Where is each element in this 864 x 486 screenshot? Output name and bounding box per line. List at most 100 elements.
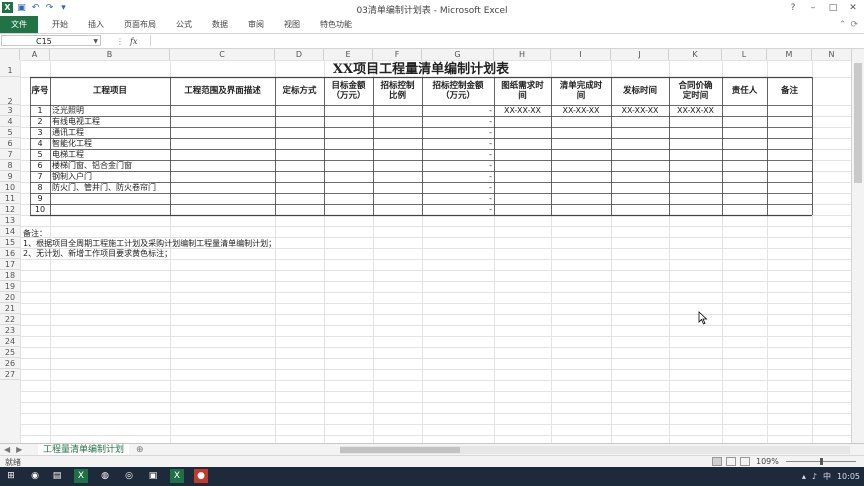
- tab-review[interactable]: 审阅: [238, 16, 274, 33]
- cell-bid-time[interactable]: [613, 127, 667, 138]
- file-explorer-icon[interactable]: ▤: [50, 469, 64, 483]
- cell-control-amount[interactable]: -: [424, 149, 492, 160]
- tab-insert[interactable]: 插入: [78, 16, 114, 33]
- header-scope[interactable]: 工程范围及界面描述: [170, 77, 275, 105]
- formula-input[interactable]: [150, 35, 862, 46]
- cell-bid-time[interactable]: [613, 149, 667, 160]
- row-header-20[interactable]: 20: [0, 292, 20, 303]
- cell-contract-time[interactable]: [671, 138, 720, 149]
- tab-view[interactable]: 视图: [274, 16, 310, 33]
- column-header-b[interactable]: B: [50, 49, 170, 60]
- column-header-d[interactable]: D: [275, 49, 324, 60]
- row-header-17[interactable]: 17: [0, 259, 20, 270]
- header-list-time[interactable]: 清单完成时 间: [551, 77, 611, 105]
- header-control-ratio[interactable]: 招标控制 比例: [373, 77, 422, 105]
- page-layout-view-button[interactable]: [726, 457, 736, 466]
- taskbar-app-icon[interactable]: ◉: [28, 469, 42, 483]
- header-bid-time[interactable]: 发标时间: [611, 77, 669, 105]
- cell-no[interactable]: 8: [32, 182, 48, 193]
- cell-list-time[interactable]: [553, 138, 609, 149]
- cell-drawing-time[interactable]: [496, 160, 549, 171]
- row-header-6[interactable]: 6: [0, 138, 20, 149]
- cell-list-time[interactable]: [553, 193, 609, 204]
- cell-contract-time[interactable]: XX-XX-XX: [671, 105, 720, 116]
- cell-project[interactable]: 钢制入户门: [52, 171, 168, 182]
- cell-contract-time[interactable]: [671, 160, 720, 171]
- header-no[interactable]: 序号: [30, 77, 50, 105]
- cell-control-amount[interactable]: -: [424, 204, 492, 215]
- row-header-18[interactable]: 18: [0, 270, 20, 281]
- cell-drawing-time[interactable]: XX-XX-XX: [496, 105, 549, 116]
- cell-contract-time[interactable]: [671, 116, 720, 127]
- zoom-slider-knob[interactable]: [820, 458, 823, 465]
- cell-control-amount[interactable]: -: [424, 182, 492, 193]
- row-header-7[interactable]: 7: [0, 149, 20, 160]
- row-header-12[interactable]: 12: [0, 204, 20, 215]
- ribbon-sync-icon[interactable]: ⟳: [850, 20, 858, 30]
- row-header-15[interactable]: 15: [0, 237, 20, 248]
- header-drawing-time[interactable]: 图纸需求时 间: [494, 77, 551, 105]
- tab-file[interactable]: 文件: [0, 16, 38, 33]
- select-all-corner[interactable]: [0, 49, 20, 60]
- row-header-4[interactable]: 4: [0, 116, 20, 127]
- row-header-13[interactable]: 13: [0, 215, 20, 226]
- column-header-h[interactable]: H: [494, 49, 551, 60]
- cell-project[interactable]: 楼梯门窗、铝合金门窗: [52, 160, 168, 171]
- cell-no[interactable]: 1: [32, 105, 48, 116]
- row-header-22[interactable]: 22: [0, 314, 20, 325]
- tab-data[interactable]: 数据: [202, 16, 238, 33]
- cell-project[interactable]: 电梯工程: [52, 149, 168, 160]
- cell-bid-time[interactable]: [613, 182, 667, 193]
- column-header-l[interactable]: L: [722, 49, 767, 60]
- cell-bid-time[interactable]: XX-XX-XX: [613, 105, 667, 116]
- zoom-level[interactable]: 109%: [756, 457, 779, 466]
- cell-no[interactable]: 3: [32, 127, 48, 138]
- header-owner[interactable]: 责任人: [722, 77, 767, 105]
- header-project[interactable]: 工程项目: [50, 77, 170, 105]
- ribbon-collapse-icon[interactable]: ⌃: [839, 20, 847, 30]
- cell-bid-time[interactable]: [613, 204, 667, 215]
- column-header-f[interactable]: F: [373, 49, 422, 60]
- column-header-a[interactable]: A: [20, 49, 50, 60]
- excel-taskbar-icon[interactable]: X: [74, 469, 88, 483]
- cell-list-time[interactable]: [553, 171, 609, 182]
- clock[interactable]: 10:05: [837, 472, 860, 481]
- row-header-25[interactable]: 25: [0, 347, 20, 358]
- zoom-slider[interactable]: [786, 458, 856, 465]
- column-header-c[interactable]: C: [170, 49, 275, 60]
- media-icon[interactable]: ▣: [146, 469, 160, 483]
- column-header-j[interactable]: J: [611, 49, 669, 60]
- cell-project[interactable]: 有线电视工程: [52, 116, 168, 127]
- cell-bid-time[interactable]: [613, 116, 667, 127]
- cell-drawing-time[interactable]: [496, 204, 549, 215]
- cell-no[interactable]: 5: [32, 149, 48, 160]
- cell-no[interactable]: 10: [32, 204, 48, 215]
- cell-drawing-time[interactable]: [496, 149, 549, 160]
- header-contract-time[interactable]: 合同价确 定时间: [669, 77, 722, 105]
- column-header-i[interactable]: I: [551, 49, 611, 60]
- row-header-19[interactable]: 19: [0, 281, 20, 292]
- cell-contract-time[interactable]: [671, 149, 720, 160]
- row-header-2[interactable]: 2: [0, 77, 20, 106]
- tab-page-layout[interactable]: 页面布局: [114, 16, 166, 33]
- recorder-icon[interactable]: ●: [194, 469, 208, 483]
- column-header-m[interactable]: M: [767, 49, 812, 60]
- row-header-8[interactable]: 8: [0, 160, 20, 171]
- cell-control-amount[interactable]: -: [424, 160, 492, 171]
- ime-indicator[interactable]: 中: [823, 471, 831, 482]
- minimize-button[interactable]: –: [804, 1, 822, 14]
- cell-no[interactable]: 9: [32, 193, 48, 204]
- cell-drawing-time[interactable]: [496, 138, 549, 149]
- maximize-button[interactable]: □: [824, 1, 842, 14]
- row-header-23[interactable]: 23: [0, 325, 20, 336]
- row-header-16[interactable]: 16: [0, 248, 20, 259]
- row-header-1[interactable]: 1: [0, 60, 20, 77]
- header-control-amount[interactable]: 招标控制金额 （万元）: [422, 77, 494, 105]
- cell-bid-time[interactable]: [613, 193, 667, 204]
- cell-contract-time[interactable]: [671, 204, 720, 215]
- cell-contract-time[interactable]: [671, 171, 720, 182]
- cell-project[interactable]: 泛光照明: [52, 105, 168, 116]
- vertical-scroll-thumb[interactable]: [854, 63, 862, 183]
- cell-drawing-time[interactable]: [496, 116, 549, 127]
- horizontal-scroll-thumb[interactable]: [340, 447, 460, 453]
